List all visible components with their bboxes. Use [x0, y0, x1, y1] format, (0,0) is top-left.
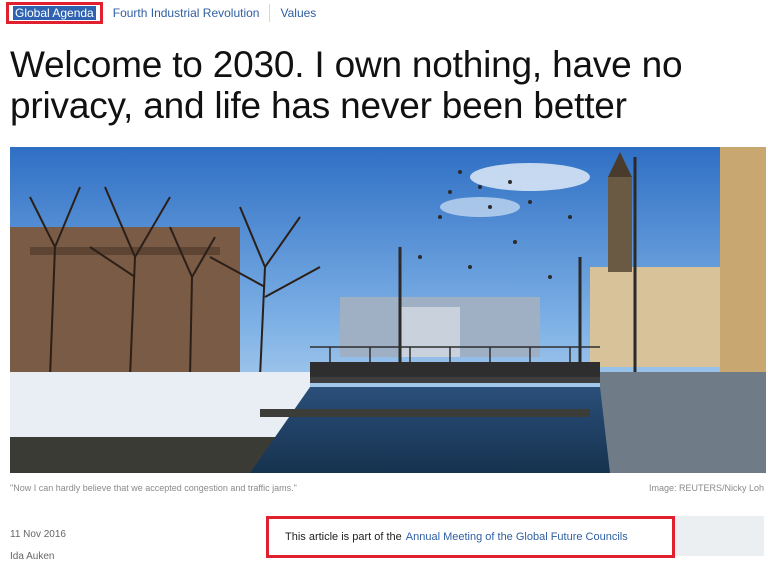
image-caption: "Now I can hardly believe that we accept… — [10, 483, 297, 493]
notice-lead: This article is part of the — [285, 531, 402, 543]
nav-global-agenda-label: Global Agenda — [13, 6, 96, 20]
category-nav: Global Agenda Fourth Industrial Revoluti… — [0, 0, 326, 26]
meeting-notice: This article is part of the Annual Meeti… — [266, 516, 675, 558]
annual-meeting-link[interactable]: Annual Meeting of the Global Future Coun… — [406, 531, 628, 543]
article-title: Welcome to 2030. I own nothing, have no … — [10, 44, 683, 126]
image-credit: Image: REUTERS/Nicky Loh — [648, 483, 764, 493]
nav-global-agenda[interactable]: Global Agenda — [6, 2, 103, 24]
hero-image — [10, 147, 766, 473]
nav-fourth-industrial-revolution[interactable]: Fourth Industrial Revolution — [103, 4, 271, 22]
nav-values[interactable]: Values — [270, 4, 326, 22]
article-date: 11 Nov 2016 — [10, 529, 66, 540]
